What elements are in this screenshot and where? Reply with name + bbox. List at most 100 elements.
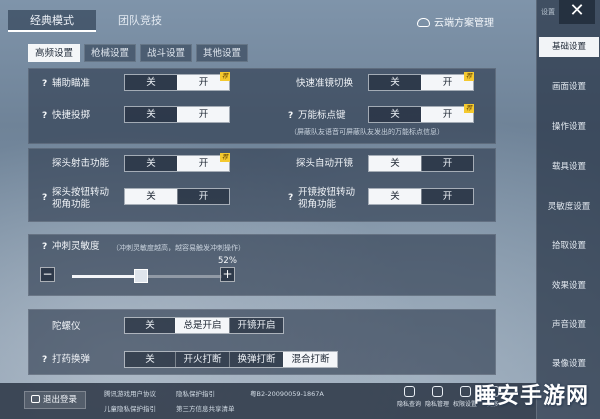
recommended-badge: 荐 <box>464 72 474 81</box>
scope-button-rotate-toggle[interactable]: 关 开 <box>368 188 474 205</box>
icp-number: 粤B2-20090059-1867A <box>250 390 324 398</box>
slider-thumb[interactable] <box>133 269 148 283</box>
scope-button-rotate-on[interactable]: 开 <box>421 189 473 204</box>
sidebar-item-replay[interactable]: 录像设置 <box>537 354 600 374</box>
quick-scope-off[interactable]: 关 <box>369 75 421 90</box>
cloud-plan-button[interactable]: 云端方案管理 <box>417 14 494 29</box>
logout-label: 退出登录 <box>43 395 78 405</box>
sprint-note: （冲刺灵敏度越高，越容易触发冲刺操作） <box>112 244 245 252</box>
sidebar-item-graphics[interactable]: 画面设置 <box>537 77 600 97</box>
peek-fire-toggle[interactable]: 关 开荐 <box>124 153 230 172</box>
sidebar-title: 设置 <box>541 8 555 16</box>
decrease-button[interactable]: − <box>40 267 55 282</box>
label-shot-mode: 打药换弹 <box>52 354 91 365</box>
label-aim-assist: 辅助瞄准 <box>52 78 91 89</box>
scope-button-rotate-off[interactable]: 关 <box>369 189 421 204</box>
label-gyro: 陀螺仪 <box>52 321 81 332</box>
shield-icon <box>431 386 443 397</box>
help-icon[interactable]: ? <box>42 193 47 203</box>
help-icon[interactable]: ? <box>42 355 47 365</box>
gyro-always[interactable]: 总是开启 <box>175 318 229 333</box>
site-watermark: 睡安手游网 <box>474 384 590 409</box>
label-peek-fire: 探头射击功能 <box>52 158 110 169</box>
privacy-manage-button[interactable]: 隐私管理 <box>424 386 450 408</box>
peek-auto-scope-off[interactable]: 关 <box>369 156 421 171</box>
close-icon[interactable]: ✕ <box>559 0 595 24</box>
link-user-agreement[interactable]: 腾讯游戏用户协议 <box>104 388 156 398</box>
peek-button-rotate-toggle[interactable]: 关 开 <box>124 188 230 205</box>
top-bar: 经典模式 团队竞技 云端方案管理 <box>0 0 536 40</box>
recommended-badge: 荐 <box>464 104 474 113</box>
reload-interrupt[interactable]: 换弹打断 <box>229 352 283 367</box>
sidebar-item-sensitivity[interactable]: 灵敏度设置 <box>537 197 600 217</box>
increase-button[interactable]: + <box>220 267 235 282</box>
gyro-scope[interactable]: 开镜开启 <box>229 318 283 333</box>
quick-throw-off[interactable]: 关 <box>125 107 177 122</box>
logout-icon <box>31 395 40 403</box>
lock-icon <box>459 386 471 397</box>
sidebar-item-basic[interactable]: 基础设置 <box>539 37 599 57</box>
privacy-query-button[interactable]: 隐私查询 <box>396 386 422 408</box>
link-third-party[interactable]: 第三方信息共享清单 <box>176 403 235 413</box>
sidebar-item-sound[interactable]: 声音设置 <box>537 315 600 335</box>
peek-fire-on[interactable]: 开荐 <box>177 153 230 171</box>
marker-note: （屏蔽队友语音可屏蔽队友发出的万能标点信息） <box>290 128 444 136</box>
label-quick-scope: 快速准镜切换 <box>296 78 354 89</box>
link-child-privacy[interactable]: 儿童隐私保护指引 <box>104 403 156 413</box>
label-peek-auto-scope: 探头自动开镜 <box>296 158 354 169</box>
help-icon[interactable]: ? <box>42 79 47 89</box>
sensitivity-slider[interactable] <box>72 269 222 283</box>
marker-on[interactable]: 开荐 <box>421 104 474 122</box>
sidebar-item-controls[interactable]: 操作设置 <box>537 117 600 137</box>
label-quick-throw: 快捷投掷 <box>52 110 91 121</box>
label-sprint-sensitivity: 冲刺灵敏度 <box>52 241 100 252</box>
tab-team-deathmatch[interactable]: 团队竞技 <box>100 10 180 32</box>
link-privacy[interactable]: 隐私保护指引 <box>176 388 215 398</box>
sidebar-item-vehicle[interactable]: 载具设置 <box>537 157 600 177</box>
fire-interrupt-selector[interactable]: 关 开火打断 换弹打断 混合打断 <box>124 351 338 368</box>
peek-auto-scope-toggle[interactable]: 关 开 <box>368 155 474 172</box>
help-icon[interactable]: ? <box>42 242 47 252</box>
cloud-plan-label: 云端方案管理 <box>434 18 494 29</box>
tab-weapon-settings[interactable]: 枪械设置 <box>84 44 137 62</box>
gyro-off[interactable]: 关 <box>125 318 175 333</box>
cloud-icon <box>417 18 430 27</box>
tab-classic-mode[interactable]: 经典模式 <box>8 10 96 32</box>
mixed-interrupt[interactable]: 混合打断 <box>283 352 337 367</box>
peek-button-rotate-off[interactable]: 关 <box>125 189 177 204</box>
sensitivity-percent: 52% <box>218 256 237 266</box>
help-icon[interactable]: ? <box>42 111 47 121</box>
peek-auto-scope-on[interactable]: 开 <box>421 156 473 171</box>
help-icon[interactable]: ? <box>288 111 293 121</box>
search-icon <box>403 386 415 397</box>
aim-assist-toggle[interactable]: 关 开荐 <box>124 72 230 91</box>
sub-tabs: 高频设置 枪械设置 战斗设置 其他设置 <box>28 44 249 62</box>
privacy-manage-label: 隐私管理 <box>424 401 449 408</box>
help-icon[interactable]: ? <box>288 193 293 203</box>
privacy-query-label: 隐私查询 <box>396 401 421 408</box>
tab-combat-settings[interactable]: 战斗设置 <box>140 44 193 62</box>
recommended-badge: 荐 <box>220 72 230 81</box>
sidebar-item-pickup[interactable]: 拾取设置 <box>537 236 600 256</box>
fire-interrupt[interactable]: 开火打断 <box>175 352 229 367</box>
quick-scope-on[interactable]: 开荐 <box>421 72 474 90</box>
sidebar-item-effects[interactable]: 效果设置 <box>537 276 600 296</box>
peek-fire-off[interactable]: 关 <box>125 156 177 171</box>
tab-other-settings[interactable]: 其他设置 <box>196 44 249 62</box>
label-scope-button-rotate: 开镜按钮转动视角功能 <box>298 187 356 210</box>
marker-toggle[interactable]: 关 开荐 <box>368 104 474 123</box>
sidebar-header: 设置 ✕ <box>537 0 600 26</box>
aim-assist-on[interactable]: 开荐 <box>177 72 230 90</box>
quick-throw-toggle[interactable]: 关 开 <box>124 106 230 123</box>
quick-throw-on[interactable]: 开 <box>177 107 229 122</box>
marker-off[interactable]: 关 <box>369 107 421 122</box>
peek-button-rotate-on[interactable]: 开 <box>177 189 229 204</box>
fire-off[interactable]: 关 <box>125 352 175 367</box>
quick-scope-toggle[interactable]: 关 开荐 <box>368 72 474 91</box>
logout-button[interactable]: 退出登录 <box>24 391 86 409</box>
recommended-badge: 荐 <box>220 153 230 162</box>
gyro-selector[interactable]: 关 总是开启 开镜开启 <box>124 317 284 334</box>
tab-frequent-settings[interactable]: 高频设置 <box>28 44 81 62</box>
aim-assist-off[interactable]: 关 <box>125 75 177 90</box>
settings-sidebar: 设置 ✕ 基础设置 画面设置 操作设置 载具设置 灵敏度设置 拾取设置 效果设置… <box>536 0 600 419</box>
